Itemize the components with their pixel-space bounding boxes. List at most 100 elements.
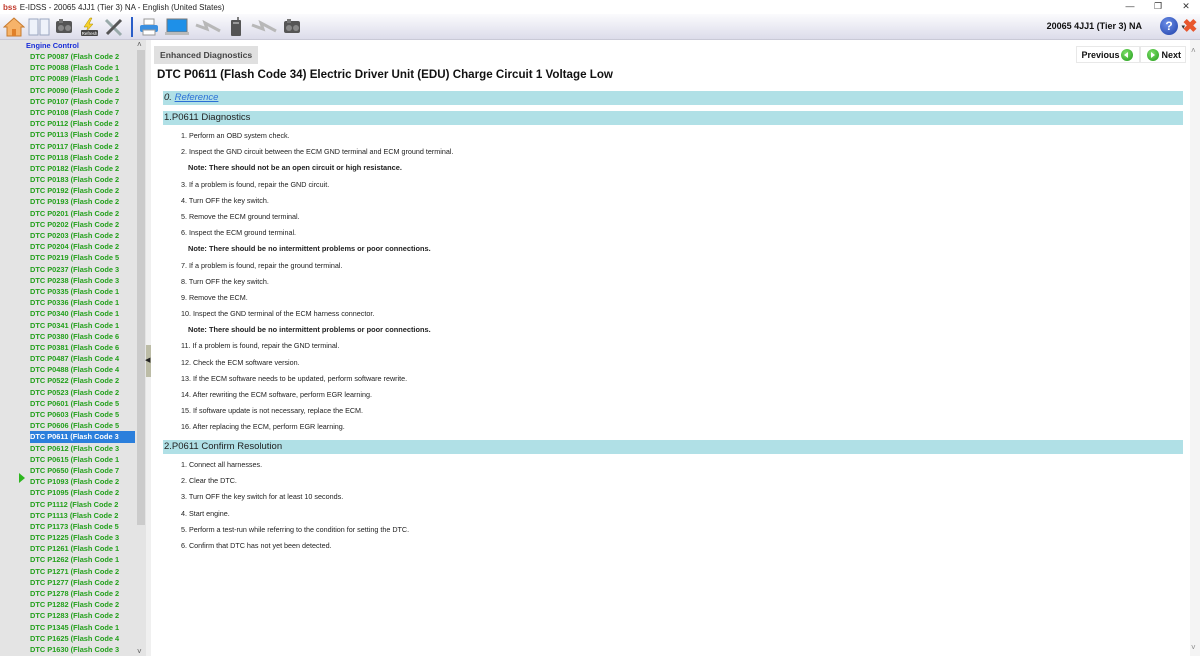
dtc-item[interactable]: DTC P0202 (Flash Code 2 <box>30 219 135 230</box>
window-close-button[interactable]: ✕ <box>1172 0 1200 14</box>
dtc-item[interactable]: DTC P0606 (Flash Code 5 <box>30 420 135 431</box>
dtc-item[interactable]: DTC P0603 (Flash Code 5 <box>30 409 135 420</box>
engine-button[interactable] <box>52 16 76 38</box>
dtc-item[interactable]: DTC P1283 (Flash Code 2 <box>30 610 135 621</box>
note-text: Note: There should not be an open circui… <box>188 163 402 173</box>
dtc-item-selected[interactable]: DTC P0611 (Flash Code 3 <box>30 431 135 443</box>
scroll-down-icon[interactable]: ˅ <box>1191 643 1196 652</box>
dtc-item[interactable]: DTC P0089 (Flash Code 1 <box>30 73 135 84</box>
dtc-item[interactable]: DTC P0381 (Flash Code 6 <box>30 342 135 353</box>
link-icon <box>251 19 277 32</box>
print-button[interactable] <box>137 16 161 38</box>
dtc-item[interactable]: DTC P0118 (Flash Code 2 <box>30 152 135 163</box>
dtc-item[interactable]: DTC P0615 (Flash Code 1 <box>30 454 135 465</box>
tree-group-engine-control[interactable]: Engine Control <box>26 41 79 50</box>
dtc-item[interactable]: DTC P0108 (Flash Code 7 <box>30 107 135 118</box>
next-label: Next <box>1161 49 1181 60</box>
laptop-icon <box>165 18 189 35</box>
dtc-item[interactable]: DTC P0650 (Flash Code 7 <box>30 465 135 476</box>
dtc-item[interactable]: DTC P1093 (Flash Code 2 <box>30 476 135 487</box>
dtc-item[interactable]: DTC P0203 (Flash Code 2 <box>30 230 135 241</box>
dtc-item[interactable]: DTC P0183 (Flash Code 2 <box>30 174 135 185</box>
tab-enhanced-diagnostics[interactable]: Enhanced Diagnostics <box>154 46 259 64</box>
tools-button[interactable] <box>102 16 126 38</box>
dtc-item[interactable]: DTC P0380 (Flash Code 6 <box>30 331 135 342</box>
step-item: 15. If software update is not necessary,… <box>181 406 364 416</box>
dtc-item[interactable]: DTC P0336 (Flash Code 1 <box>30 297 135 308</box>
dtc-item[interactable]: DTC P1173 (Flash Code 5 <box>30 521 135 532</box>
dtc-item[interactable]: DTC P0522 (Flash Code 2 <box>30 375 135 386</box>
dtc-item[interactable]: DTC P0193 (Flash Code 2 <box>30 196 135 207</box>
step-item: 8. Turn OFF the key switch. <box>181 276 269 286</box>
dtc-item[interactable]: DTC P0201 (Flash Code 2 <box>30 208 135 219</box>
dtc-item[interactable]: DTC P1261 (Flash Code 1 <box>30 543 135 554</box>
previous-button[interactable]: Previous <box>1076 46 1141 63</box>
minimize-button[interactable]: — <box>1116 0 1144 14</box>
restore-button[interactable]: ❐ <box>1144 0 1172 14</box>
dtc-item[interactable]: DTC P0601 (Flash Code 5 <box>30 398 135 409</box>
dtc-item[interactable]: DTC P1277 (Flash Code 2 <box>30 577 135 588</box>
vehicle-engine-button[interactable] <box>280 16 304 38</box>
selected-marker-icon <box>19 473 25 483</box>
dtc-item[interactable]: DTC P0182 (Flash Code 2 <box>30 163 135 174</box>
refresh-button[interactable]: Refresh <box>77 16 101 38</box>
dtc-list: DTC P0087 (Flash Code 2 DTC P0088 (Flash … <box>30 51 135 655</box>
dtc-item[interactable]: DTC P1278 (Flash Code 2 <box>30 588 135 599</box>
dtc-item[interactable]: DTC P1282 (Flash Code 2 <box>30 599 135 610</box>
dtc-item[interactable]: DTC P0204 (Flash Code 2 <box>30 241 135 252</box>
app-logo: bss <box>3 2 17 12</box>
scroll-down-icon[interactable]: ˅ <box>137 647 142 656</box>
dtc-item[interactable]: DTC P1345 (Flash Code 1 <box>30 622 135 633</box>
dtc-item[interactable]: DTC P1625 (Flash Code 4 <box>30 633 135 644</box>
dtc-item[interactable]: DTC P0335 (Flash Code 1 <box>30 286 135 297</box>
dtc-item[interactable]: DTC P0523 (Flash Code 2 <box>30 387 135 398</box>
dtc-item[interactable]: DTC P0113 (Flash Code 2 <box>30 129 135 140</box>
dtc-item[interactable]: DTC P0090 (Flash Code 2 <box>30 85 135 96</box>
page-title: DTC P0611 (Flash Code 34) Electric Drive… <box>157 68 613 81</box>
dtc-item[interactable]: DTC P0088 (Flash Code 1 <box>30 62 135 73</box>
dtc-item[interactable]: DTC P1095 (Flash Code 2 <box>30 487 135 498</box>
dtc-item[interactable]: DTC P1112 (Flash Code 2 <box>30 499 135 510</box>
dtc-item[interactable]: DTC P0612 (Flash Code 3 <box>30 443 135 454</box>
dtc-item[interactable]: DTC P0192 (Flash Code 2 <box>30 185 135 196</box>
content-scrollbar[interactable]: ˄ ˅ <box>1190 40 1200 656</box>
dtc-item[interactable]: DTC P1113 (Flash Code 2 <box>30 510 135 521</box>
printer-icon <box>140 18 158 35</box>
dtc-item[interactable]: DTC P0237 (Flash Code 3 <box>30 264 135 275</box>
step-item: 13. If the ECM software needs to be upda… <box>181 373 408 383</box>
dtc-item[interactable]: DTC P0107 (Flash Code 7 <box>30 96 135 107</box>
laptop-button[interactable] <box>162 16 192 38</box>
dtc-item[interactable]: DTC P0488 (Flash Code 4 <box>30 364 135 375</box>
step-item: 16. After replacing the ECM, perform EGR… <box>181 422 345 432</box>
dtc-item[interactable]: DTC P0087 (Flash Code 2 <box>30 51 135 62</box>
link-icon <box>195 19 221 32</box>
home-button[interactable] <box>2 16 26 38</box>
step-item: 2. Inspect the GND circuit between the E… <box>181 147 454 157</box>
dtc-item[interactable]: DTC P1225 (Flash Code 3 <box>30 532 135 543</box>
next-button[interactable]: Next <box>1140 46 1186 63</box>
exit-button[interactable]: ✖ <box>1182 17 1198 35</box>
dtc-item[interactable]: DTC P1271 (Flash Code 2 <box>30 566 135 577</box>
help-button[interactable]: ? <box>1160 17 1178 35</box>
dtc-item[interactable]: DTC P0340 (Flash Code 1 <box>30 308 135 319</box>
dtc-item[interactable]: DTC P0341 (Flash Code 1 <box>30 320 135 331</box>
nav-buttons: Previous Next <box>1076 46 1186 63</box>
dtc-item[interactable]: DTC P0117 (Flash Code 2 <box>30 141 135 152</box>
dtc-item[interactable]: DTC P1630 (Flash Code 3 <box>30 644 135 655</box>
scroll-up-icon[interactable]: ˄ <box>137 40 142 49</box>
interface-device-button[interactable] <box>224 16 248 38</box>
dtc-item[interactable]: DTC P0238 (Flash Code 3 <box>30 275 135 286</box>
svg-text:Refresh: Refresh <box>82 31 98 36</box>
sidebar-scrollbar[interactable]: ˄ ˅ <box>136 40 146 656</box>
section-diagnostics-heading: 1.P0611 Diagnostics <box>163 111 1183 125</box>
manual-button[interactable] <box>27 16 51 38</box>
reference-link[interactable]: Reference <box>175 92 219 103</box>
sidebar-scroll-thumb[interactable] <box>137 50 145 525</box>
dtc-item[interactable]: DTC P0112 (Flash Code 2 <box>30 118 135 129</box>
connection-status-1 <box>193 16 223 38</box>
dtc-item[interactable]: DTC P0219 (Flash Code 5 <box>30 252 135 263</box>
dtc-item[interactable]: DTC P0487 (Flash Code 4 <box>30 353 135 364</box>
scroll-up-icon[interactable]: ˄ <box>1191 46 1196 55</box>
section-confirm-heading: 2.P0611 Confirm Resolution <box>163 440 1183 454</box>
dtc-item[interactable]: DTC P1262 (Flash Code 1 <box>30 554 135 565</box>
